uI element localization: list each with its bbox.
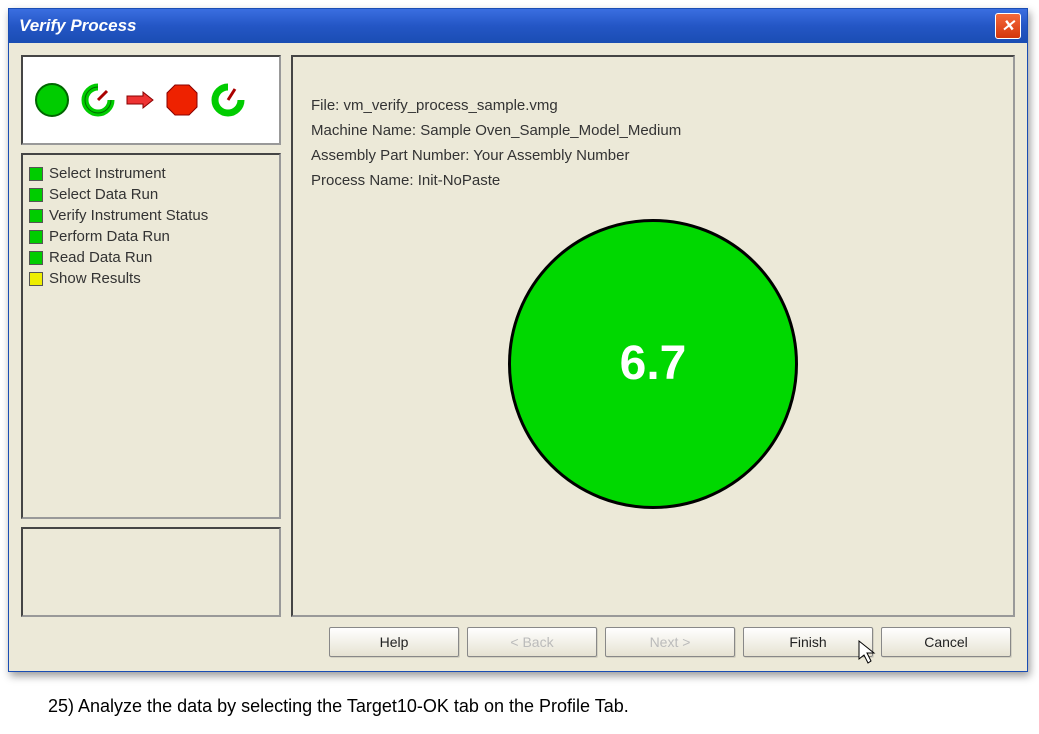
verify-process-dialog: Verify Process ✕ [8,8,1028,672]
step-label: Perform Data Run [49,228,170,245]
assembly-label: Assembly Part Number: [311,147,469,164]
status-square-icon [29,230,43,244]
status-square-icon [29,167,43,181]
assembly-value: Your Assembly Number [473,147,629,164]
gauge-green-icon [79,81,117,119]
status-square-icon [29,188,43,202]
circle-green-icon [33,81,71,119]
step-label: Select Instrument [49,165,166,182]
titlebar: Verify Process ✕ [9,9,1027,43]
instruction-caption: 25) Analyze the data by selecting the Ta… [48,696,629,717]
octagon-red-icon [163,81,201,119]
step-label: Select Data Run [49,186,158,203]
next-button[interactable]: Next > [605,627,735,657]
status-square-icon [29,251,43,265]
dialog-body: Select Instrument Select Data Run Verify… [9,43,1027,671]
gauge-green2-icon [209,81,247,119]
status-square-icon [29,209,43,223]
step-label: Read Data Run [49,249,152,266]
machine-value: Sample Oven_Sample_Model_Medium [420,122,681,139]
result-circle: 6.7 [508,219,798,509]
status-square-icon [29,272,43,286]
process-label: Process Name: [311,172,414,189]
step-item[interactable]: Read Data Run [29,247,273,268]
file-line: File: vm_verify_process_sample.vmg [311,97,995,114]
file-label: File: [311,97,339,114]
wizard-icon-panel [21,55,281,145]
step-list: Select Instrument Select Data Run Verify… [21,153,281,519]
window-title: Verify Process [15,16,995,36]
sidebar-filler [21,527,281,617]
process-line: Process Name: Init-NoPaste [311,172,995,189]
finish-button[interactable]: Finish [743,627,873,657]
close-button[interactable]: ✕ [995,13,1021,39]
back-button[interactable]: < Back [467,627,597,657]
process-value: Init-NoPaste [418,172,501,189]
left-column: Select Instrument Select Data Run Verify… [21,55,281,617]
help-button[interactable]: Help [329,627,459,657]
button-row: Help < Back Next > Finish Cancel [21,617,1015,659]
close-icon: ✕ [1001,16,1014,36]
cancel-button[interactable]: Cancel [881,627,1011,657]
step-item[interactable]: Perform Data Run [29,226,273,247]
machine-label: Machine Name: [311,122,416,139]
step-item[interactable]: Select Instrument [29,163,273,184]
assembly-line: Assembly Part Number: Your Assembly Numb… [311,147,995,164]
machine-line: Machine Name: Sample Oven_Sample_Model_M… [311,122,995,139]
main-row: Select Instrument Select Data Run Verify… [21,55,1015,617]
step-item[interactable]: Show Results [29,268,273,289]
file-value: vm_verify_process_sample.vmg [344,97,558,114]
content-panel: File: vm_verify_process_sample.vmg Machi… [291,55,1015,617]
arrow-right-icon [125,90,155,110]
step-label: Show Results [49,270,141,287]
step-label: Verify Instrument Status [49,207,208,224]
step-item[interactable]: Select Data Run [29,184,273,205]
step-item[interactable]: Verify Instrument Status [29,205,273,226]
result-value: 6.7 [620,336,687,391]
